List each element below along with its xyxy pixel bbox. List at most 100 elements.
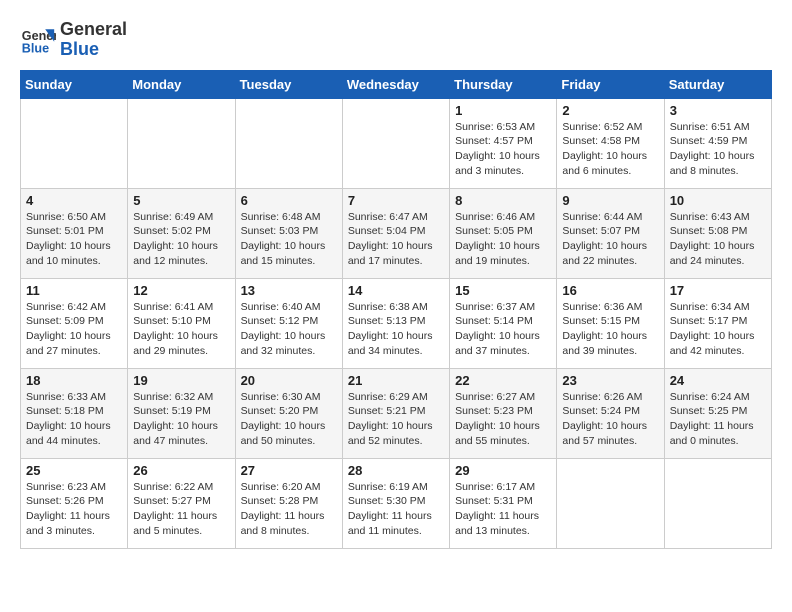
calendar-cell: 11 Sunrise: 6:42 AM Sunset: 5:09 PM Dayli… xyxy=(21,278,128,368)
calendar-cell: 19 Sunrise: 6:32 AM Sunset: 5:19 PM Dayli… xyxy=(128,368,235,458)
day-number: 22 xyxy=(455,373,551,388)
day-number: 28 xyxy=(348,463,444,478)
day-info: Sunrise: 6:19 AM Sunset: 5:30 PM Dayligh… xyxy=(348,480,444,539)
weekday-header-tuesday: Tuesday xyxy=(235,70,342,98)
day-number: 27 xyxy=(241,463,337,478)
day-info: Sunrise: 6:26 AM Sunset: 5:24 PM Dayligh… xyxy=(562,390,658,449)
calendar-cell: 16 Sunrise: 6:36 AM Sunset: 5:15 PM Dayli… xyxy=(557,278,664,368)
day-number: 7 xyxy=(348,193,444,208)
day-info: Sunrise: 6:51 AM Sunset: 4:59 PM Dayligh… xyxy=(670,120,766,179)
calendar-cell: 24Sunrise: 6:24 AM Sunset: 5:25 PM Dayli… xyxy=(664,368,771,458)
svg-text:Blue: Blue xyxy=(22,41,49,55)
day-info: Sunrise: 6:24 AM Sunset: 5:25 PM Dayligh… xyxy=(670,390,766,449)
day-number: 14 xyxy=(348,283,444,298)
day-number: 11 xyxy=(26,283,122,298)
calendar-cell: 20 Sunrise: 6:30 AM Sunset: 5:20 PM Dayli… xyxy=(235,368,342,458)
calendar-cell: 14 Sunrise: 6:38 AM Sunset: 5:13 PM Dayli… xyxy=(342,278,449,368)
calendar-cell: 8 Sunrise: 6:46 AM Sunset: 5:05 PM Daylig… xyxy=(450,188,557,278)
calendar-cell xyxy=(664,458,771,548)
calendar-cell: 21Sunrise: 6:29 AM Sunset: 5:21 PM Dayli… xyxy=(342,368,449,458)
day-number: 15 xyxy=(455,283,551,298)
logo: General Blue General Blue xyxy=(20,20,127,60)
weekday-header-monday: Monday xyxy=(128,70,235,98)
calendar-cell: 17Sunrise: 6:34 AM Sunset: 5:17 PM Dayli… xyxy=(664,278,771,368)
day-info: Sunrise: 6:23 AM Sunset: 5:26 PM Dayligh… xyxy=(26,480,122,539)
calendar-cell: 9Sunrise: 6:44 AM Sunset: 5:07 PM Daylig… xyxy=(557,188,664,278)
calendar-cell: 6 Sunrise: 6:48 AM Sunset: 5:03 PM Daylig… xyxy=(235,188,342,278)
weekday-header-sunday: Sunday xyxy=(21,70,128,98)
day-number: 17 xyxy=(670,283,766,298)
day-info: Sunrise: 6:33 AM Sunset: 5:18 PM Dayligh… xyxy=(26,390,122,449)
calendar-cell xyxy=(128,98,235,188)
day-info: Sunrise: 6:47 AM Sunset: 5:04 PM Dayligh… xyxy=(348,210,444,269)
calendar-cell: 4 Sunrise: 6:50 AM Sunset: 5:01 PM Daylig… xyxy=(21,188,128,278)
day-info: Sunrise: 6:37 AM Sunset: 5:14 PM Dayligh… xyxy=(455,300,551,359)
day-info: Sunrise: 6:27 AM Sunset: 5:23 PM Dayligh… xyxy=(455,390,551,449)
day-number: 4 xyxy=(26,193,122,208)
calendar-week-5: 25 Sunrise: 6:23 AM Sunset: 5:26 PM Dayli… xyxy=(21,458,772,548)
day-number: 13 xyxy=(241,283,337,298)
calendar-cell xyxy=(557,458,664,548)
calendar-cell: 22 Sunrise: 6:27 AM Sunset: 5:23 PM Dayli… xyxy=(450,368,557,458)
day-info: Sunrise: 6:46 AM Sunset: 5:05 PM Dayligh… xyxy=(455,210,551,269)
day-info: Sunrise: 6:17 AM Sunset: 5:31 PM Dayligh… xyxy=(455,480,551,539)
calendar-cell: 1 Sunrise: 6:53 AM Sunset: 4:57 PM Daylig… xyxy=(450,98,557,188)
calendar-cell: 25 Sunrise: 6:23 AM Sunset: 5:26 PM Dayli… xyxy=(21,458,128,548)
day-info: Sunrise: 6:20 AM Sunset: 5:28 PM Dayligh… xyxy=(241,480,337,539)
day-info: Sunrise: 6:40 AM Sunset: 5:12 PM Dayligh… xyxy=(241,300,337,359)
day-number: 6 xyxy=(241,193,337,208)
calendar-cell: 13 Sunrise: 6:40 AM Sunset: 5:12 PM Dayli… xyxy=(235,278,342,368)
calendar-cell: 10Sunrise: 6:43 AM Sunset: 5:08 PM Dayli… xyxy=(664,188,771,278)
calendar-cell: 18 Sunrise: 6:33 AM Sunset: 5:18 PM Dayli… xyxy=(21,368,128,458)
day-info: Sunrise: 6:50 AM Sunset: 5:01 PM Dayligh… xyxy=(26,210,122,269)
day-number: 12 xyxy=(133,283,229,298)
day-number: 25 xyxy=(26,463,122,478)
day-number: 26 xyxy=(133,463,229,478)
day-info: Sunrise: 6:30 AM Sunset: 5:20 PM Dayligh… xyxy=(241,390,337,449)
calendar-cell: 5 Sunrise: 6:49 AM Sunset: 5:02 PM Daylig… xyxy=(128,188,235,278)
calendar-cell: 28 Sunrise: 6:19 AM Sunset: 5:30 PM Dayli… xyxy=(342,458,449,548)
day-number: 20 xyxy=(241,373,337,388)
logo-blue-text: Blue xyxy=(60,40,127,60)
calendar-week-4: 18 Sunrise: 6:33 AM Sunset: 5:18 PM Dayli… xyxy=(21,368,772,458)
day-number: 21 xyxy=(348,373,444,388)
calendar-cell: 23Sunrise: 6:26 AM Sunset: 5:24 PM Dayli… xyxy=(557,368,664,458)
day-info: Sunrise: 6:52 AM Sunset: 4:58 PM Dayligh… xyxy=(562,120,658,179)
day-number: 18 xyxy=(26,373,122,388)
day-info: Sunrise: 6:32 AM Sunset: 5:19 PM Dayligh… xyxy=(133,390,229,449)
calendar-cell: 12 Sunrise: 6:41 AM Sunset: 5:10 PM Dayli… xyxy=(128,278,235,368)
day-number: 10 xyxy=(670,193,766,208)
day-number: 3 xyxy=(670,103,766,118)
day-number: 2 xyxy=(562,103,658,118)
day-info: Sunrise: 6:22 AM Sunset: 5:27 PM Dayligh… xyxy=(133,480,229,539)
calendar-cell: 7 Sunrise: 6:47 AM Sunset: 5:04 PM Daylig… xyxy=(342,188,449,278)
calendar-cell xyxy=(235,98,342,188)
day-number: 5 xyxy=(133,193,229,208)
calendar-cell: 27 Sunrise: 6:20 AM Sunset: 5:28 PM Dayli… xyxy=(235,458,342,548)
weekday-header-thursday: Thursday xyxy=(450,70,557,98)
day-info: Sunrise: 6:36 AM Sunset: 5:15 PM Dayligh… xyxy=(562,300,658,359)
day-number: 8 xyxy=(455,193,551,208)
logo-general-text: General xyxy=(60,20,127,40)
day-info: Sunrise: 6:41 AM Sunset: 5:10 PM Dayligh… xyxy=(133,300,229,359)
calendar-cell: 3 Sunrise: 6:51 AM Sunset: 4:59 PM Daylig… xyxy=(664,98,771,188)
calendar-cell xyxy=(342,98,449,188)
day-info: Sunrise: 6:42 AM Sunset: 5:09 PM Dayligh… xyxy=(26,300,122,359)
day-number: 1 xyxy=(455,103,551,118)
day-info: Sunrise: 6:53 AM Sunset: 4:57 PM Dayligh… xyxy=(455,120,551,179)
day-info: Sunrise: 6:38 AM Sunset: 5:13 PM Dayligh… xyxy=(348,300,444,359)
day-number: 29 xyxy=(455,463,551,478)
day-info: Sunrise: 6:48 AM Sunset: 5:03 PM Dayligh… xyxy=(241,210,337,269)
calendar-cell: 29 Sunrise: 6:17 AM Sunset: 5:31 PM Dayli… xyxy=(450,458,557,548)
calendar-week-2: 4 Sunrise: 6:50 AM Sunset: 5:01 PM Daylig… xyxy=(21,188,772,278)
day-info: Sunrise: 6:49 AM Sunset: 5:02 PM Dayligh… xyxy=(133,210,229,269)
calendar-cell: 15 Sunrise: 6:37 AM Sunset: 5:14 PM Dayli… xyxy=(450,278,557,368)
calendar-header: SundayMondayTuesdayWednesdayThursdayFrid… xyxy=(21,70,772,98)
day-number: 16 xyxy=(562,283,658,298)
day-number: 19 xyxy=(133,373,229,388)
calendar-cell xyxy=(21,98,128,188)
day-info: Sunrise: 6:44 AM Sunset: 5:07 PM Dayligh… xyxy=(562,210,658,269)
calendar-cell: 2 Sunrise: 6:52 AM Sunset: 4:58 PM Daylig… xyxy=(557,98,664,188)
weekday-header-wednesday: Wednesday xyxy=(342,70,449,98)
calendar-week-3: 11 Sunrise: 6:42 AM Sunset: 5:09 PM Dayli… xyxy=(21,278,772,368)
